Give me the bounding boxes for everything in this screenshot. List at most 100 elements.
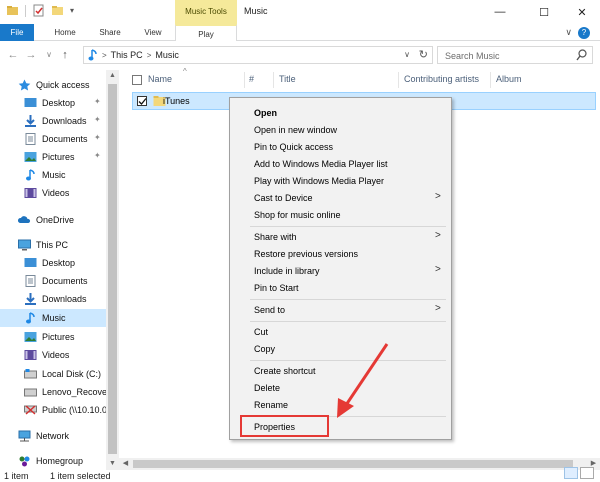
- scroll-up-icon[interactable]: ▲: [106, 70, 119, 82]
- menu-item-rename[interactable]: Rename: [254, 400, 288, 410]
- column-divider[interactable]: [490, 72, 491, 88]
- recent-locations-button[interactable]: ∨: [42, 47, 56, 63]
- nav-documents-quick[interactable]: Documents: [0, 130, 106, 148]
- tab-share[interactable]: Share: [92, 24, 128, 41]
- nav-pictures-quick[interactable]: Pictures: [0, 148, 106, 166]
- nav-desktop-quick[interactable]: Desktop: [0, 94, 106, 112]
- menu-separator: [250, 321, 446, 322]
- menu-item-create-shortcut[interactable]: Create shortcut: [254, 366, 316, 376]
- menu-item-open[interactable]: Open: [254, 108, 277, 118]
- nav-downloads[interactable]: Downloads: [0, 290, 106, 308]
- properties-icon[interactable]: [32, 4, 45, 17]
- column-contributing-artists[interactable]: Contributing artists: [404, 70, 479, 90]
- forward-button[interactable]: →: [24, 47, 38, 63]
- nav-label: Pictures: [42, 152, 75, 162]
- tab-home[interactable]: Home: [46, 24, 84, 41]
- horizontal-scrollbar[interactable]: ◀ ▶: [119, 458, 600, 470]
- menu-item-cast-to-device[interactable]: Cast to Device: [254, 193, 313, 203]
- new-folder-icon[interactable]: [51, 4, 64, 17]
- submenu-chevron-icon: >: [435, 264, 441, 275]
- close-button[interactable]: ✕: [560, 0, 600, 24]
- nav-scroll-thumb[interactable]: [108, 84, 117, 454]
- menu-item-play-wmp[interactable]: Play with Windows Media Player: [254, 176, 384, 186]
- column-title[interactable]: Title: [279, 70, 296, 90]
- nav-label: Local Disk (C:): [42, 369, 102, 379]
- ribbon-expand-icon[interactable]: ∨: [565, 27, 572, 38]
- menu-item-cut[interactable]: Cut: [254, 327, 268, 337]
- menu-item-pin-start[interactable]: Pin to Start: [254, 283, 299, 293]
- folder-icon: [7, 6, 18, 15]
- sort-ascending-icon: ^: [183, 67, 187, 76]
- qat-divider: [25, 4, 26, 17]
- back-button[interactable]: ←: [6, 47, 20, 63]
- column-album[interactable]: Album: [496, 70, 522, 90]
- menu-item-include-library[interactable]: Include in library: [254, 266, 320, 276]
- tab-file[interactable]: File: [0, 24, 34, 41]
- tab-view[interactable]: View: [136, 24, 170, 41]
- help-icon[interactable]: ?: [578, 27, 590, 39]
- refresh-icon[interactable]: ↻: [419, 48, 428, 61]
- desktop-icon: [24, 258, 37, 267]
- minimize-button[interactable]: —: [478, 0, 522, 24]
- qat-dropdown-icon[interactable]: ▾: [70, 6, 74, 15]
- address-bar[interactable]: > This PC > Music ∨ ↻: [83, 46, 433, 64]
- nav-homegroup[interactable]: Homegroup: [0, 452, 106, 470]
- up-button[interactable]: ↑: [58, 47, 72, 63]
- menu-item-share-with[interactable]: Share with: [254, 232, 297, 242]
- breadcrumb-music[interactable]: Music: [155, 50, 179, 60]
- scroll-left-icon[interactable]: ◀: [119, 458, 132, 470]
- menu-item-pin-quick-access[interactable]: Pin to Quick access: [254, 142, 333, 152]
- nav-music[interactable]: Music: [0, 309, 106, 327]
- download-icon: [25, 293, 36, 305]
- nav-downloads-quick[interactable]: Downloads: [0, 112, 106, 130]
- menu-item-add-wmp-list[interactable]: Add to Windows Media Player list: [254, 159, 388, 169]
- column-divider[interactable]: [398, 72, 399, 88]
- breadcrumb-separator: >: [146, 50, 152, 60]
- column-divider[interactable]: [273, 72, 274, 88]
- homegroup-icon: [19, 456, 30, 467]
- nav-music-quick[interactable]: Music: [0, 166, 106, 184]
- search-box[interactable]: Search Music: [437, 46, 593, 64]
- breadcrumb-this-pc[interactable]: This PC: [111, 50, 143, 60]
- nav-desktop[interactable]: Desktop: [0, 254, 106, 272]
- nav-public-network-drive[interactable]: Public (\\10.10.0: [0, 401, 106, 419]
- select-all-checkbox[interactable]: [132, 75, 142, 85]
- menu-item-copy[interactable]: Copy: [254, 344, 275, 354]
- column-number[interactable]: #: [249, 70, 254, 90]
- nav-local-disk[interactable]: Local Disk (C:): [0, 365, 106, 383]
- search-placeholder: Search Music: [445, 51, 500, 61]
- nav-videos[interactable]: Videos: [0, 346, 106, 364]
- nav-scrollbar[interactable]: ▲ ▼: [106, 70, 119, 470]
- address-dropdown-icon[interactable]: ∨: [404, 50, 410, 59]
- menu-item-shop-music[interactable]: Shop for music online: [254, 210, 341, 220]
- music-icon: [26, 169, 35, 181]
- nav-lenovo-recovery[interactable]: Lenovo_Recover: [0, 383, 106, 401]
- tab-play[interactable]: Play: [175, 24, 237, 41]
- nav-this-pc[interactable]: This PC: [0, 236, 106, 254]
- view-toggles: [564, 467, 594, 479]
- desktop-icon: [24, 98, 37, 107]
- nav-network[interactable]: Network: [0, 427, 106, 445]
- details-view-icon[interactable]: [564, 467, 578, 479]
- nav-videos-quick[interactable]: Videos: [0, 184, 106, 202]
- horizontal-scroll-thumb[interactable]: [133, 460, 573, 468]
- large-icons-view-icon[interactable]: [580, 467, 594, 479]
- nav-onedrive[interactable]: OneDrive: [0, 211, 106, 229]
- nav-label: Downloads: [42, 116, 87, 126]
- menu-item-send-to[interactable]: Send to: [254, 305, 285, 315]
- menu-item-delete[interactable]: Delete: [254, 383, 280, 393]
- column-divider[interactable]: [244, 72, 245, 88]
- computer-icon: [18, 239, 31, 251]
- pictures-icon: [24, 332, 37, 342]
- scroll-down-icon[interactable]: ▼: [106, 458, 119, 470]
- nav-documents[interactable]: Documents: [0, 272, 106, 290]
- menu-item-open-new-window[interactable]: Open in new window: [254, 125, 337, 135]
- menu-item-restore-versions[interactable]: Restore previous versions: [254, 249, 358, 259]
- column-name[interactable]: Name: [148, 70, 172, 90]
- nav-quick-access[interactable]: Quick access: [0, 76, 106, 94]
- search-icon[interactable]: [576, 49, 587, 61]
- documents-icon: [25, 275, 36, 287]
- nav-label: Homegroup: [36, 456, 84, 466]
- row-checkbox[interactable]: [137, 96, 147, 106]
- nav-pictures[interactable]: Pictures: [0, 328, 106, 346]
